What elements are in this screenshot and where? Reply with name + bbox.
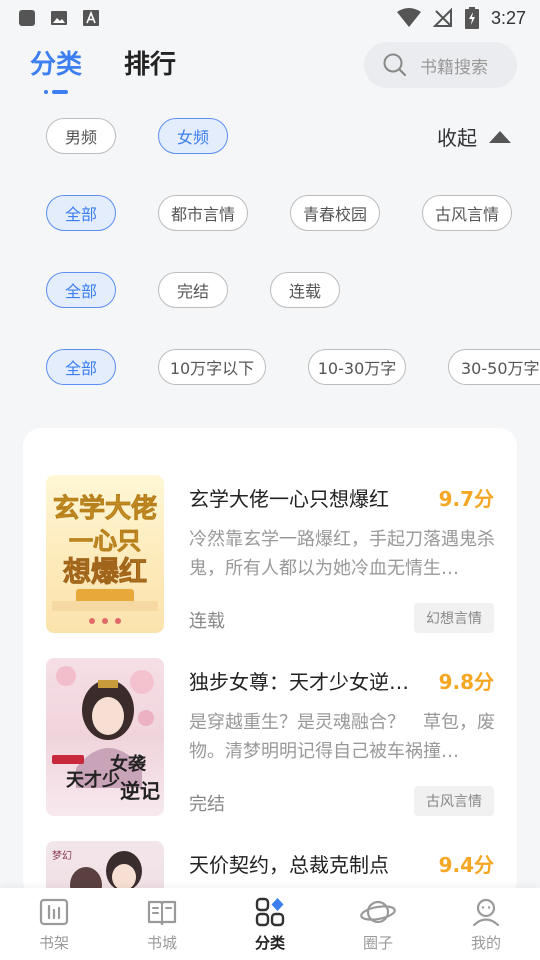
book-status: 连载 (189, 611, 225, 632)
planet-icon (360, 900, 396, 924)
book-status: 完结 (189, 794, 225, 815)
filter-chip-completed[interactable]: 完结 (158, 272, 228, 308)
nav-label: 分类 (254, 934, 285, 952)
top-header: 分类 排行 书籍搜索 (0, 38, 540, 98)
book-cover: 玄学大佬 一心只 想爆红 (46, 475, 164, 633)
filter-chip-female[interactable]: 女频 (158, 118, 228, 154)
svg-text:梦幻: 梦幻 (52, 849, 72, 862)
book-description: 是穿越重生？是灵魂融合？ 草包，废物。清梦明明记得自己被车祸撞… (189, 712, 495, 762)
nav-item-bookshelf[interactable]: 书架 (14, 896, 94, 953)
nav-label: 圈子 (362, 934, 393, 952)
nav-label: 书架 (38, 934, 69, 952)
tab-ranking[interactable]: 排行 (124, 44, 176, 81)
triangle-up-icon (489, 130, 511, 143)
book-title: 玄学大佬一心只想爆红 (189, 487, 389, 511)
font-a-icon (83, 10, 99, 26)
collapse-label: 收起 (437, 126, 477, 150)
book-item[interactable]: 玄学大佬 一心只 想爆红 玄学大佬一心只想爆红 9.7分 冷然靠玄学一路爆红，手… (23, 475, 517, 637)
svg-text:想爆红: 想爆红 (63, 555, 147, 588)
filter-chip-genre-all[interactable]: 全部 (46, 195, 116, 231)
book-title: 独步女尊：天才少女逆… (189, 670, 409, 694)
image-icon (51, 11, 67, 25)
collapse-button[interactable]: 收起 (437, 122, 511, 151)
book-tag: 古风言情 (414, 786, 494, 816)
filter-chip-campus[interactable]: 青春校园 (290, 195, 380, 231)
svg-text:玄学大佬: 玄学大佬 (53, 493, 157, 524)
bookshelf-icon (39, 898, 69, 926)
search-icon (383, 53, 407, 77)
nav-item-mine[interactable]: 我的 (446, 896, 526, 953)
no-signal-icon (432, 8, 452, 27)
nav-label: 书城 (146, 934, 177, 952)
book-score: 9.4分 (438, 853, 494, 877)
tab-category[interactable]: 分类 (30, 44, 82, 81)
open-book-icon (147, 900, 177, 926)
nav-item-bookstore[interactable]: 书城 (122, 896, 202, 953)
bottom-nav: 书架 书城 分类 圈子 我的 (0, 888, 540, 960)
user-icon (472, 898, 500, 927)
search-box[interactable]: 书籍搜索 (364, 42, 517, 88)
filter-chip-ancient-romance[interactable]: 古风言情 (422, 195, 512, 231)
nav-item-circle[interactable]: 圈子 (338, 896, 418, 953)
status-bar: 3:27 (0, 0, 540, 36)
app-square-icon (19, 10, 35, 26)
filter-chip-100k-300k[interactable]: 10-30万字 (308, 349, 406, 385)
book-cover-art: 天才少 女袭 逆记 (52, 666, 160, 803)
nav-item-category[interactable]: 分类 (230, 896, 310, 953)
filter-chip-status-all[interactable]: 全部 (46, 272, 116, 308)
status-time: 3:27 (490, 7, 526, 28)
filter-chip-serializing[interactable]: 连载 (270, 272, 340, 308)
wifi-icon (396, 8, 421, 27)
book-score: 9.8分 (438, 670, 494, 694)
category-grid-icon (255, 897, 285, 927)
book-cover-art: 玄学大佬 一心只 想爆红 (52, 493, 158, 624)
filter-chip-male[interactable]: 男频 (46, 118, 116, 154)
filter-chip-urban-romance[interactable]: 都市言情 (158, 195, 248, 231)
book-description: 冷然靠玄学一路爆红，手起刀落遇鬼杀鬼，所有人都以为她冷血无情生… (189, 529, 495, 579)
tab-indicator (44, 90, 68, 94)
svg-text:逆记: 逆记 (120, 779, 160, 803)
book-tag: 幻想言情 (414, 603, 494, 633)
book-title: 天价契约，总裁克制点 (189, 853, 389, 877)
nav-label: 我的 (470, 934, 501, 952)
book-score: 9.7分 (438, 487, 494, 511)
book-item[interactable]: 天才少 女袭 逆记 独步女尊：天才少女逆… 9.8分 是穿越重生？是灵魂融合？ … (23, 658, 517, 820)
svg-text:一心只: 一心只 (69, 527, 141, 555)
filter-chip-300k-500k[interactable]: 30-50万字 (448, 349, 540, 385)
book-cover: 天才少 女袭 逆记 (46, 658, 164, 816)
book-list: 玄学大佬 一心只 想爆红 玄学大佬一心只想爆红 9.7分 冷然靠玄学一路爆红，手… (23, 428, 517, 898)
filter-chip-under-100k[interactable]: 10万字以下 (158, 349, 266, 385)
svg-text:女袭: 女袭 (110, 753, 147, 775)
search-placeholder: 书籍搜索 (420, 57, 488, 78)
filter-chip-words-all[interactable]: 全部 (46, 349, 116, 385)
battery-charging-icon (464, 7, 479, 29)
